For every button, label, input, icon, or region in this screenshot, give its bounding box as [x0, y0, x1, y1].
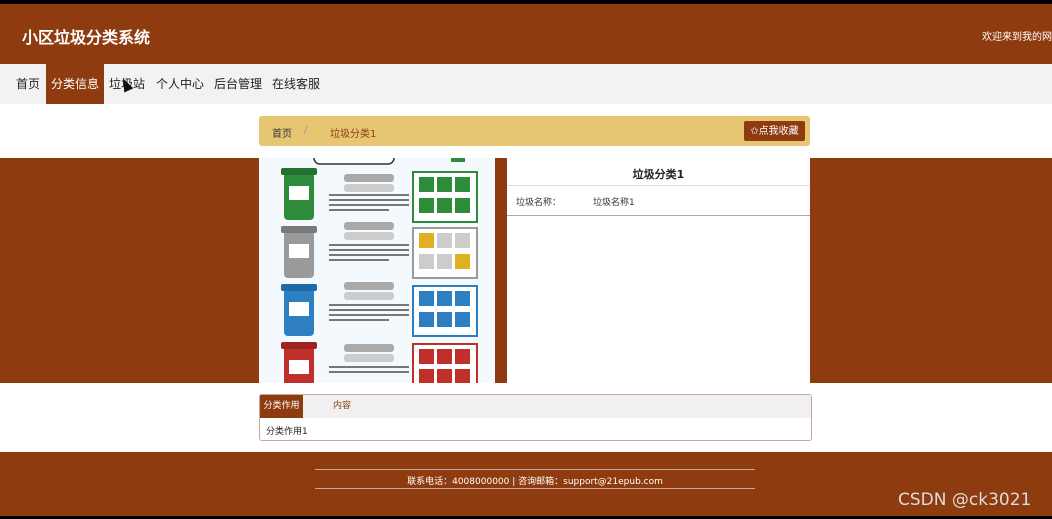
- divider: [315, 469, 755, 470]
- site-title[interactable]: 小区垃圾分类系统: [22, 24, 150, 48]
- site-header: 小区垃圾分类系统 欢迎来到我的网站: [0, 4, 1052, 64]
- nav-admin[interactable]: 后台管理: [214, 64, 262, 104]
- tab-panel-text: 分类作用1: [266, 427, 308, 437]
- breadcrumb: 首页 / 垃圾分类1 ✩点我收藏: [259, 116, 810, 146]
- tab-category-effect[interactable]: 分类作用: [260, 395, 303, 418]
- garbage-classification-poster: [259, 158, 495, 383]
- footer-contact: 联系电话：4008000000 | 咨询邮箱：support@21epub.co…: [407, 477, 663, 487]
- nav-personal-center[interactable]: 个人中心: [156, 64, 204, 104]
- info-tabs: 分类作用 内容 分类作用1: [259, 394, 812, 441]
- breadcrumb-current: 垃圾分类1: [330, 129, 377, 140]
- garbage-image: [259, 158, 495, 383]
- divider: [507, 185, 810, 186]
- tab-content[interactable]: 内容: [333, 395, 351, 418]
- main-nav: 首页 分类信息 垃圾站 个人中心 后台管理 在线客服: [0, 64, 1052, 104]
- welcome-text: 欢迎来到我的网站: [982, 32, 1052, 43]
- divider: [315, 488, 755, 489]
- page: 小区垃圾分类系统 欢迎来到我的网站 首页 分类信息 垃圾站 个人中心 后台管理 …: [0, 0, 1052, 519]
- garbage-name-label: 垃圾名称：: [516, 198, 562, 208]
- detail-card: 垃圾分类1 垃圾名称： 垃圾名称1: [507, 158, 810, 383]
- watermark: CSDN @ck3021: [898, 490, 1032, 510]
- nav-online-service[interactable]: 在线客服: [272, 64, 320, 104]
- garbage-name-value: 垃圾名称1: [593, 198, 635, 208]
- breadcrumb-home[interactable]: 首页: [272, 125, 292, 140]
- nav-category-info[interactable]: 分类信息: [46, 64, 105, 104]
- nav-home[interactable]: 首页: [16, 64, 40, 104]
- detail-title: 垃圾分类1: [632, 168, 685, 181]
- favorite-button[interactable]: ✩点我收藏: [744, 121, 805, 141]
- tab-bar: 分类作用 内容: [260, 395, 811, 418]
- divider: [507, 215, 810, 216]
- breadcrumb-separator: /: [304, 125, 308, 136]
- site-footer: 联系电话：4008000000 | 咨询邮箱：support@21epub.co…: [0, 452, 1052, 516]
